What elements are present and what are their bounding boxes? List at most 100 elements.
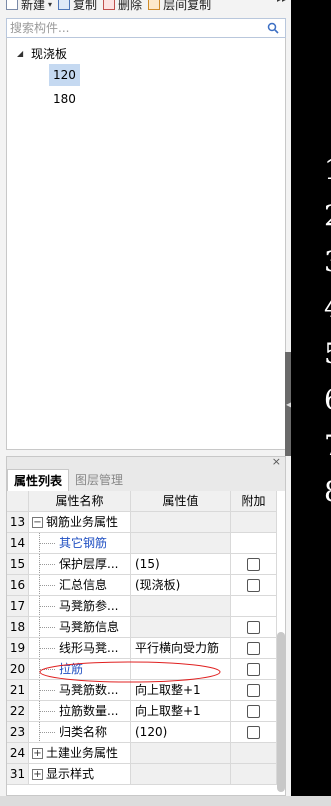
floor-copy-button[interactable]: 层间复制 (148, 0, 211, 13)
canvas-glyph: 1 (324, 155, 331, 185)
canvas-glyph: 4 (324, 293, 331, 323)
property-value[interactable] (131, 512, 231, 532)
row-number: 15 (7, 554, 29, 574)
copy-button[interactable]: 复制 (58, 0, 97, 13)
property-name: + 显示样式 (29, 764, 131, 784)
header-name: 属性名称 (29, 491, 131, 511)
property-grid: 属性名称 属性值 附加 13− 钢筋业务属性 14 其它钢筋 15 保护层厚... (15)… (7, 491, 277, 785)
property-value[interactable]: (现浇板) (131, 575, 231, 595)
property-name: 拉筋数量... (29, 701, 131, 721)
row-number: 24 (7, 743, 29, 763)
property-value[interactable] (131, 596, 231, 616)
extra-cell (231, 554, 277, 574)
extra-checkbox[interactable] (247, 620, 260, 634)
property-name-label: 土建业务属性 (46, 746, 119, 760)
search-icon[interactable] (267, 22, 279, 34)
table-row[interactable]: 14 其它钢筋 (7, 533, 277, 554)
extra-checkbox[interactable] (247, 683, 260, 697)
new-button[interactable]: 新建 ▾ (6, 0, 52, 13)
row-number: 20 (7, 659, 29, 679)
table-row[interactable]: 13− 钢筋业务属性 (7, 512, 277, 533)
row-number: 17 (7, 596, 29, 616)
extra-checkbox[interactable] (247, 662, 260, 676)
close-icon[interactable]: × (272, 455, 281, 468)
extra-checkbox[interactable] (247, 725, 260, 739)
expand-icon[interactable]: + (32, 769, 43, 780)
property-name-label: 汇总信息 (59, 578, 108, 592)
search-input[interactable] (7, 19, 257, 37)
canvas-glyph: 7 (324, 431, 331, 461)
property-name: 归类名称 (29, 722, 131, 742)
table-row[interactable]: 31 + 显示样式 (7, 764, 277, 785)
tab-property-list[interactable]: 属性列表 (7, 469, 70, 491)
header-value: 属性值 (131, 491, 231, 511)
extra-cell (231, 722, 277, 742)
panel-tabs: 属性列表 图层管理 (7, 469, 285, 491)
property-value[interactable]: (15) (131, 554, 231, 574)
table-row[interactable]: 16 汇总信息 (现浇板) (7, 575, 277, 596)
component-tree: ◢ 现浇板 120 180 (6, 38, 286, 450)
scrollbar-thumb[interactable] (277, 632, 285, 792)
canvas-glyph: 3 (324, 247, 331, 277)
canvas-glyph: 5 (324, 339, 331, 369)
chevron-down-icon[interactable]: ▾ (48, 0, 52, 9)
extra-checkbox[interactable] (247, 557, 260, 571)
left-panel: 新建 ▾ 复制 删除 层间复制 ▸▸ (0, 0, 291, 806)
extra-checkbox[interactable] (247, 704, 260, 718)
row-number: 18 (7, 617, 29, 637)
table-row[interactable]: 17 马凳筋参... (7, 596, 277, 617)
tab-layer-management[interactable]: 图层管理 (69, 469, 129, 491)
tree-node-180[interactable]: 180 (49, 88, 80, 110)
row-number: 23 (7, 722, 29, 742)
grid-header: 属性名称 属性值 附加 (7, 491, 277, 512)
collapse-triangle-icon[interactable]: ◢ (17, 49, 27, 58)
row-number: 22 (7, 701, 29, 721)
header-num (7, 491, 29, 511)
property-value[interactable]: 向上取整+1 (131, 701, 231, 721)
table-row[interactable]: 19 线形马凳... 平行横向受力筋 (7, 638, 277, 659)
table-row[interactable]: 15 保护层厚... (15) (7, 554, 277, 575)
header-extra: 附加 (231, 491, 277, 511)
property-name: 马凳筋信息 (29, 617, 131, 637)
property-name: − 钢筋业务属性 (29, 512, 131, 532)
grid-rows: 13− 钢筋业务属性 14 其它钢筋 15 保护层厚... (15) 16 汇总信息 (现浇板) 1… (7, 512, 277, 785)
table-row[interactable]: 23 归类名称 (120) (7, 722, 277, 743)
property-name-label: 马凳筋数... (59, 683, 119, 697)
table-row[interactable]: 18 马凳筋信息 (7, 617, 277, 638)
property-value[interactable]: (120) (131, 722, 231, 742)
collapse-icon[interactable]: − (32, 517, 43, 528)
extra-cell (231, 575, 277, 595)
table-row[interactable]: 24 + 土建业务属性 (7, 743, 277, 764)
row-number: 21 (7, 680, 29, 700)
property-name: 马凳筋参... (29, 596, 131, 616)
extra-checkbox[interactable] (247, 578, 260, 592)
table-row[interactable]: 22 拉筋数量... 向上取整+1 (7, 701, 277, 722)
property-value[interactable] (131, 533, 231, 553)
canvas-glyph: 8 (324, 477, 331, 507)
toolbar-overflow-icon[interactable]: ▸▸ (277, 0, 287, 5)
row-number: 13 (7, 512, 29, 532)
extra-cell (231, 701, 277, 721)
extra-checkbox[interactable] (247, 641, 260, 655)
property-value[interactable] (131, 743, 231, 763)
annotation-ellipse (39, 661, 221, 683)
extra-cell (231, 680, 277, 700)
search-box (6, 18, 286, 38)
delete-button[interactable]: 删除 (103, 0, 142, 13)
extra-cell (231, 764, 277, 784)
tree-node-root[interactable]: ◢ 现浇板 (17, 44, 67, 62)
property-value[interactable]: 平行横向受力筋 (131, 638, 231, 658)
property-name-label: 归类名称 (59, 725, 108, 739)
canvas-glyph: 6 (324, 385, 331, 415)
property-value[interactable] (131, 764, 231, 784)
property-name: 线形马凳... (29, 638, 131, 658)
property-name-label: 其它钢筋 (59, 536, 108, 550)
property-name: 汇总信息 (29, 575, 131, 595)
property-value[interactable] (131, 617, 231, 637)
extra-cell (231, 743, 277, 763)
floor-copy-label: 层间复制 (163, 0, 212, 12)
property-name: 保护层厚... (29, 554, 131, 574)
tree-node-120[interactable]: 120 (49, 64, 80, 86)
expand-icon[interactable]: + (32, 748, 43, 759)
property-name-label: 马凳筋参... (59, 599, 119, 613)
